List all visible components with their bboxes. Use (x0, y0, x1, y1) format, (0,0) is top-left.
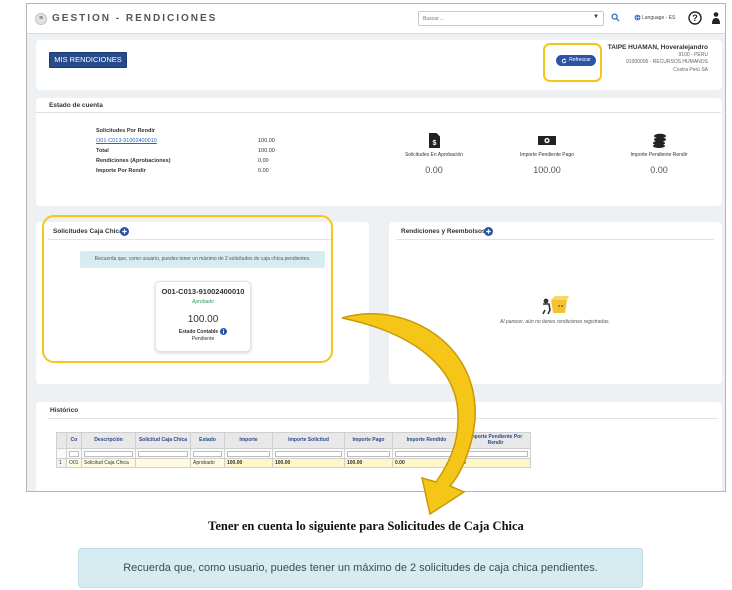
table-cell: Aprobado (190, 458, 225, 468)
filter-cell[interactable] (224, 448, 273, 459)
stat-importe-pendiente-pago: Importe Pendiente Pago 100.00 (487, 133, 607, 175)
user-company: Costra Perú SA (673, 66, 708, 73)
coins-icon (652, 133, 666, 148)
solicitud-amount: 100.00 (187, 314, 219, 325)
search-input[interactable] (423, 14, 573, 24)
stat-value: 0.00 (425, 165, 443, 175)
filter-cell[interactable] (66, 448, 82, 459)
col-importe[interactable]: Importe (224, 432, 273, 449)
solicitudes-notice: Recuerda que, como usuario, puedes tener… (80, 251, 325, 268)
rendiciones-title: Rendiciones y Reembolsos (401, 228, 486, 235)
globe-icon (634, 14, 641, 21)
col-estado[interactable]: Estado (190, 432, 225, 449)
table-cell: 1 (56, 458, 67, 468)
info-icon[interactable] (220, 328, 228, 335)
banknote-icon (538, 136, 556, 145)
filter-input[interactable] (69, 450, 79, 457)
user-country: 9100 - PERU (678, 51, 708, 58)
filter-input[interactable] (227, 450, 270, 457)
col-solicitud-caja-chica[interactable]: Solicitud Caja Chica (135, 432, 191, 449)
ec-label-total: Total (96, 148, 109, 154)
col-descripcion[interactable]: Descripción (81, 432, 136, 449)
user-department: 91000006 - RECURSOS HUMANOS (626, 59, 708, 65)
estado-cuenta-labels: Solicitudes Por Rendir O01-C013-91002400… (96, 126, 171, 176)
svg-text:?: ? (692, 13, 698, 23)
filter-cell[interactable] (135, 448, 191, 459)
table-cell (135, 458, 191, 468)
top-bar: ≡ GESTION - RENDICIONES ▼ Language - ES … (27, 4, 725, 34)
filter-input[interactable] (84, 450, 133, 457)
stat-importe-pendiente-rendir: Importe Pendiente Rendir 0.00 (599, 133, 719, 175)
estado-contable-text: Estado Contable (178, 328, 219, 335)
filter-cell (56, 448, 67, 459)
svg-text:$: $ (432, 140, 436, 147)
refresh-button[interactable]: Refrescar (556, 55, 596, 66)
stat-label: Importe Pendiente Pago (520, 152, 574, 158)
estado-contable-value: Pendiente (191, 336, 215, 342)
ec-link-solicitud[interactable]: O01-C013-91002400010 (96, 136, 171, 146)
help-icon[interactable]: ? (688, 11, 702, 25)
annotation-arrow (341, 313, 476, 515)
menu-icon[interactable]: ≡ (35, 13, 47, 25)
solicitud-code: O01-C013-91002400010 (161, 287, 245, 296)
estado-cuenta-values: 100.00 100.00 0.00 0.00 (258, 136, 275, 176)
app-title: GESTION - RENDICIONES (52, 13, 218, 24)
ec-label-rendiciones: Rendiciones (Aprobaciones) (96, 158, 171, 164)
empty-box-icon (542, 296, 569, 315)
ec-value-importe-por-rendir: 0.00 (258, 168, 269, 174)
filter-input[interactable] (138, 450, 188, 457)
rendiciones-divider (396, 239, 714, 240)
estado-contable-label: Estado Contable (156, 328, 250, 335)
document-dollar-icon: $ (428, 133, 440, 148)
col-index (56, 432, 67, 449)
solicitud-card[interactable]: O01-C013-91002400010 Aprobado 100.00 Est… (155, 281, 251, 352)
table-cell: 100.00 (224, 458, 273, 468)
filter-cell[interactable] (81, 448, 136, 459)
filter-input[interactable] (193, 450, 222, 457)
historico-title: Histórico (50, 407, 79, 414)
refresh-label: Refrescar (569, 57, 591, 63)
ec-value-solicitud: 100.00 (258, 138, 275, 144)
table-cell: Solicitud Caja Chica (81, 458, 136, 468)
language-label: Language - ES (642, 14, 676, 21)
user-info: TAIPE HUAMAN, Hoveralejandro 9100 - PERU… (608, 44, 708, 74)
estado-cuenta-title: Estado de cuenta (49, 102, 103, 109)
refresh-icon (561, 57, 567, 63)
search-box[interactable] (418, 11, 604, 26)
ec-label-importe-por-rendir: Importe Por Rendir (96, 168, 146, 174)
stat-value: 0.00 (650, 165, 668, 175)
ec-label-solicitudes-por-rendir: Solicitudes Por Rendir (96, 128, 155, 134)
solicitud-status: Aprobado (192, 299, 214, 305)
stat-value: 100.00 (533, 165, 561, 175)
filter-cell[interactable] (190, 448, 225, 459)
notice-enlarged: Recuerda que, como usuario, puedes tener… (78, 548, 643, 588)
user-name: TAIPE HUAMAN, Hoveralejandro (607, 44, 708, 51)
caption: Tener en cuenta lo siguiente para Solici… (208, 519, 524, 533)
ec-value-total: 100.00 (258, 148, 275, 154)
estado-cuenta-divider (35, 112, 721, 113)
add-rendicion-icon[interactable] (484, 227, 493, 236)
stat-solicitudes-aprobacion: $ Solicitudes En Aprobación 0.00 (374, 133, 494, 175)
user-icon[interactable] (711, 11, 721, 25)
stat-label: Importe Pendiente Rendir (630, 152, 688, 158)
language-selector[interactable]: Language - ES (634, 14, 675, 21)
ec-value-rendiciones: 0.00 (258, 158, 269, 164)
search-icon[interactable] (611, 13, 620, 22)
stat-label: Solicitudes En Aprobación (404, 152, 464, 158)
col-co[interactable]: Co (66, 432, 82, 449)
table-cell: O01 (66, 458, 82, 468)
search-dropdown-icon[interactable]: ▼ (593, 14, 599, 20)
mis-rendiciones-button[interactable]: MIS RENDICIONES (49, 52, 127, 68)
